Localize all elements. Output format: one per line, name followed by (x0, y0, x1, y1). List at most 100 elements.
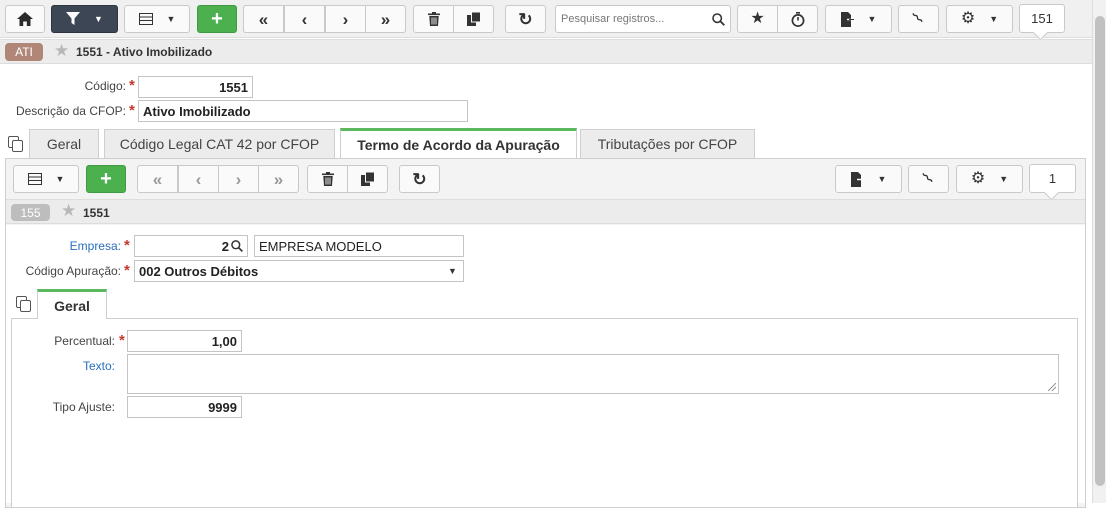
star-icon: ★ (750, 10, 765, 27)
export-file-icon (850, 171, 864, 187)
tab-connector (38, 317, 106, 320)
codigo-field[interactable]: 1551 (138, 76, 253, 98)
trash-icon (321, 172, 334, 186)
chevron-down-icon: ▼ (94, 13, 103, 24)
sub-export-button[interactable]: ▼ (835, 165, 902, 193)
filter-icon (66, 12, 81, 25)
home-button[interactable] (5, 5, 45, 33)
settings-button[interactable]: ⚙ ▼ (946, 5, 1013, 33)
previous-record-button[interactable]: ‹ (284, 5, 325, 33)
favorite-star-icon[interactable]: ★ (61, 202, 76, 219)
last-record-button[interactable]: » (365, 5, 406, 33)
texto-textarea[interactable] (127, 354, 1059, 394)
table-icon (27, 173, 42, 185)
sub-grid-view-button[interactable]: ▼ (13, 165, 79, 193)
percentual-label: Percentual: (54, 334, 115, 348)
codigo-apuracao-select[interactable]: 002 Outros Débitos (134, 260, 464, 282)
double-chevron-right-icon: » (380, 9, 391, 29)
chevron-left-icon: ‹ (301, 9, 308, 29)
tab-codigo-legal[interactable]: Código Legal CAT 42 por CFOP (104, 129, 335, 158)
sub-last-record-button[interactable]: » (258, 165, 299, 193)
paperclip-icon: ⌇ (919, 169, 937, 188)
sub-refresh-button[interactable]: ↻ (399, 165, 440, 193)
export-file-icon (840, 11, 854, 27)
descricao-label: Descrição da CFOP: (15, 104, 126, 118)
copy-icon (466, 12, 481, 26)
timer-button[interactable] (777, 5, 818, 33)
chevron-down-icon: ▼ (448, 266, 457, 276)
scrollbar-thumb[interactable] (1095, 16, 1105, 486)
refresh-button[interactable]: ↻ (505, 5, 546, 33)
sub-settings-button[interactable]: ⚙ ▼ (956, 165, 1023, 193)
subtab-geral[interactable]: Geral (37, 289, 107, 319)
sub-record-count: 1 (1029, 164, 1076, 193)
codigo-label: Código: (84, 79, 126, 93)
sub-previous-record-button[interactable]: ‹ (178, 165, 219, 193)
paperclip-icon: ⌇ (909, 9, 927, 28)
copy-icon (360, 172, 375, 186)
required-marker: * (124, 262, 130, 279)
main-toolbar: ▼ ▼ + « ‹ › » ↻ Pesquisar registros... ★… (0, 0, 1092, 38)
sub-next-record-button[interactable]: › (218, 165, 259, 193)
search-input[interactable]: Pesquisar registros... (555, 5, 731, 33)
double-chevron-right-icon: » (273, 169, 284, 189)
refresh-icon: ↻ (518, 9, 533, 29)
descricao-field[interactable]: Ativo Imobilizado (138, 100, 468, 122)
sub-record-badge: 155 (11, 204, 50, 221)
filter-button[interactable]: ▼ (51, 5, 118, 33)
chevron-right-icon: › (235, 169, 242, 189)
first-record-button[interactable]: « (243, 5, 284, 33)
chevron-down-icon: ▼ (877, 173, 887, 184)
gear-icon: ⚙ (970, 170, 986, 187)
chevron-right-icon: › (342, 9, 349, 29)
tipo-ajuste-field[interactable]: 9999 (127, 396, 242, 418)
delete-button[interactable] (413, 5, 454, 33)
sub-first-record-button[interactable]: « (137, 165, 178, 193)
resize-handle-icon[interactable] (1048, 383, 1056, 391)
gear-icon: ⚙ (960, 10, 976, 27)
chevron-left-icon: ‹ (195, 169, 202, 189)
attachment-button[interactable]: ⌇ (898, 5, 939, 33)
copy-icon[interactable] (16, 296, 31, 312)
grid-view-button[interactable]: ▼ (124, 5, 190, 33)
sub-delete-button[interactable] (307, 165, 348, 193)
add-button[interactable]: + (197, 5, 237, 33)
chevron-down-icon: ▼ (999, 173, 1009, 184)
page-scrollbar[interactable] (1092, 0, 1106, 503)
sub-add-button[interactable]: + (86, 165, 126, 193)
tab-geral[interactable]: Geral (29, 129, 99, 158)
record-badge: ATI (5, 43, 43, 61)
record-title: 1551 - Ativo Imobilizado (76, 45, 213, 59)
empresa-label[interactable]: Empresa: (20, 239, 121, 253)
required-marker: * (129, 102, 135, 119)
record-count: 151 (1019, 4, 1065, 33)
sub-record-title-bar (6, 199, 1085, 224)
required-marker: * (129, 77, 135, 94)
favorite-button[interactable]: ★ (737, 5, 778, 33)
codigo-apuracao-label: Código Apuração: (25, 264, 121, 278)
double-chevron-left-icon: « (258, 9, 269, 29)
tipo-ajuste-label: Tipo Ajuste: (52, 400, 115, 414)
tab-termo-acordo[interactable]: Termo de Acordo da Apuração (340, 128, 577, 158)
sub-record-title: 1551 (83, 206, 110, 220)
next-record-button[interactable]: › (325, 5, 366, 33)
sub-duplicate-button[interactable] (347, 165, 388, 193)
empresa-name-field: EMPRESA MODELO (254, 235, 464, 257)
search-icon[interactable] (231, 240, 243, 252)
percentual-field[interactable]: 1,00 (127, 330, 242, 352)
refresh-icon: ↻ (412, 169, 427, 189)
export-button[interactable]: ▼ (825, 5, 892, 33)
stopwatch-icon (791, 11, 804, 27)
texto-label[interactable]: Texto: (20, 359, 115, 373)
duplicate-button[interactable] (453, 5, 494, 33)
home-icon (17, 12, 33, 26)
favorite-star-icon[interactable]: ★ (54, 42, 69, 59)
chevron-down-icon: ▼ (989, 13, 999, 24)
sub-attachment-button[interactable]: ⌇ (908, 165, 949, 193)
required-marker: * (119, 332, 125, 349)
trash-icon (427, 12, 440, 26)
tab-tributacoes[interactable]: Tributações por CFOP (580, 129, 755, 158)
table-icon (138, 13, 153, 25)
chevron-down-icon: ▼ (867, 13, 877, 24)
copy-icon[interactable] (8, 136, 23, 152)
